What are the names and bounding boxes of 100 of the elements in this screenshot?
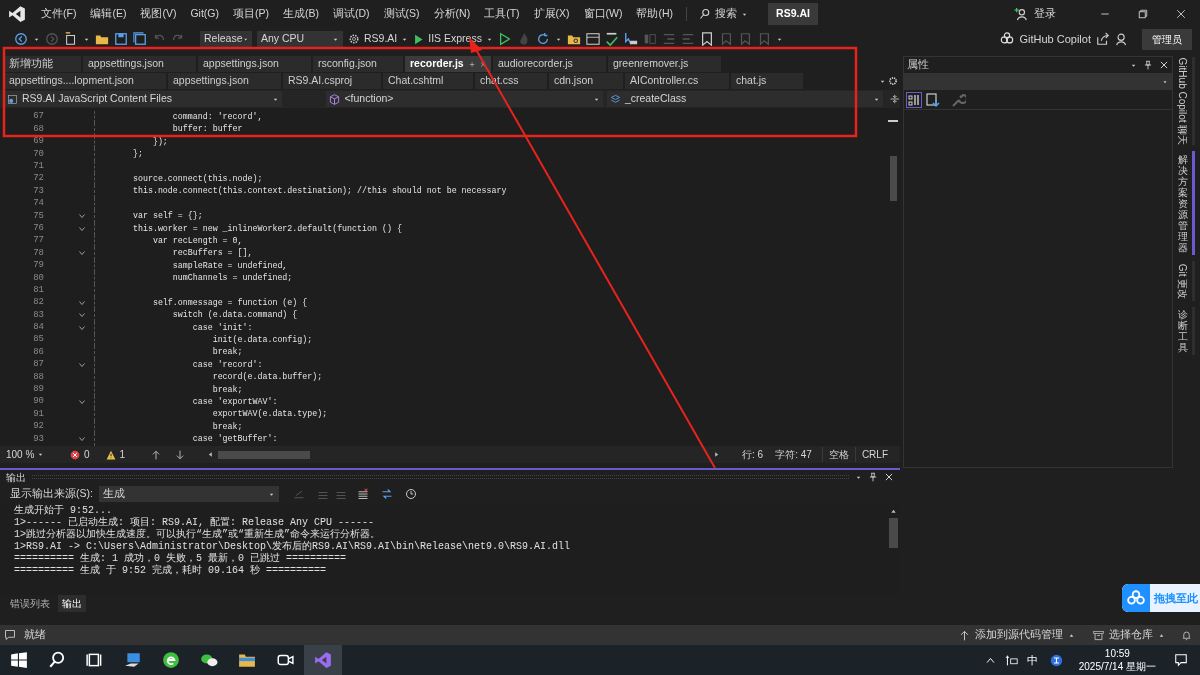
line-ending[interactable]: CRLF <box>854 447 894 462</box>
computer-icon[interactable] <box>124 651 142 669</box>
sign-in-button[interactable]: 登录 <box>1014 4 1056 24</box>
close-icon[interactable] <box>1159 60 1169 70</box>
menu-item[interactable]: 项目(P) <box>226 6 276 22</box>
chevron-down-icon[interactable] <box>78 299 86 308</box>
menu-item[interactable]: 工具(T) <box>477 6 527 22</box>
pin-icon[interactable] <box>468 59 475 69</box>
search-button[interactable]: 搜索 <box>693 4 755 24</box>
editor-tab[interactable]: appsettings....lopment.json <box>4 73 166 89</box>
chevron-down-icon[interactable] <box>78 435 86 444</box>
chevron-down-icon[interactable] <box>78 311 86 320</box>
editor-tab[interactable]: 新增功能 <box>4 56 81 72</box>
property-pages-icon[interactable] <box>925 91 941 108</box>
scope-dropdown[interactable]: <function> <box>326 91 603 107</box>
menu-item[interactable]: 分析(N) <box>426 6 478 22</box>
editor-tab[interactable]: RS9.AI.csproj <box>283 73 381 89</box>
message-icon[interactable] <box>4 629 16 641</box>
menu-item[interactable]: 视图(V) <box>133 6 184 22</box>
output-source-dropdown[interactable]: 生成 <box>98 486 279 502</box>
pin-icon[interactable] <box>868 472 878 482</box>
chevron-down-icon[interactable] <box>78 249 86 258</box>
pin-icon[interactable] <box>1143 60 1153 70</box>
menu-item[interactable]: 窗口(W) <box>576 6 630 22</box>
startup-project-button[interactable]: RS9.AI <box>348 30 409 48</box>
new-item-icon[interactable] <box>64 32 78 46</box>
scroll-up-icon[interactable] <box>889 508 897 515</box>
warnings-indicator[interactable]: 1 <box>105 447 126 462</box>
editor-tab[interactable]: appsettings.json <box>198 56 311 72</box>
back-icon[interactable] <box>14 32 28 46</box>
copilot-button[interactable]: GitHub Copilot <box>1000 30 1091 48</box>
platform-dropdown[interactable]: Any CPU <box>257 30 343 48</box>
menu-item[interactable]: Git(G) <box>183 6 226 22</box>
spell-check-icon[interactable] <box>604 32 619 46</box>
wrench-icon[interactable] <box>950 91 966 108</box>
editor-tab[interactable]: appsettings.json <box>83 56 196 72</box>
share-icon[interactable] <box>1096 32 1110 46</box>
project-dropdown[interactable]: RS9.AI JavaScript Content Files <box>4 91 283 107</box>
close-icon[interactable] <box>884 472 894 482</box>
configuration-dropdown[interactable]: Release <box>200 30 252 48</box>
errors-indicator[interactable]: 0 <box>70 447 90 462</box>
side-tab[interactable]: Git 更改 <box>1173 261 1195 301</box>
menu-item[interactable]: 帮助(H) <box>629 6 681 22</box>
menu-item[interactable]: 生成(B) <box>276 6 326 22</box>
feedback-icon[interactable] <box>1115 32 1129 46</box>
scrollbar-thumb[interactable] <box>889 156 897 201</box>
browser-icon[interactable] <box>162 651 180 669</box>
bell-icon[interactable] <box>1181 629 1192 641</box>
side-tab[interactable]: 解决方案资源管理器 <box>1173 151 1195 255</box>
play-outline-icon[interactable] <box>497 32 512 46</box>
editor-tab[interactable]: recorder.js <box>405 56 491 72</box>
scrollbar-thumb[interactable] <box>888 518 898 548</box>
indent-mode[interactable]: 空格 <box>821 447 855 462</box>
menu-item[interactable]: 文件(F) <box>34 6 84 22</box>
chat-bubbles-icon[interactable] <box>200 651 218 669</box>
editor-tab[interactable]: Chat.cshtml <box>383 73 473 89</box>
editor-tab[interactable]: audiorecorder.js <box>493 56 606 72</box>
editor-tab[interactable]: chat.js <box>731 73 803 89</box>
source-control-button[interactable]: 添加到源代码管理 <box>959 627 1075 643</box>
member-dropdown[interactable]: _createClass <box>606 91 884 107</box>
split-icon[interactable] <box>890 94 900 104</box>
arrow-down-icon[interactable] <box>175 449 186 460</box>
task-view-icon[interactable] <box>86 651 104 669</box>
categorized-icon[interactable] <box>906 91 922 108</box>
editor-tab[interactable]: appsettings.json <box>168 73 281 89</box>
bookmark-icon[interactable] <box>699 32 714 46</box>
menu-item[interactable]: 编辑(E) <box>83 6 134 22</box>
menu-item[interactable]: 测试(S) <box>376 6 427 22</box>
scroll-left-icon[interactable] <box>207 451 215 458</box>
clock-button[interactable]: 10:59 2025/7/14 星期一 <box>1078 647 1156 673</box>
network-icon[interactable] <box>1004 653 1018 667</box>
pointer-icon[interactable] <box>623 32 638 46</box>
chevron-down-icon[interactable] <box>78 398 86 407</box>
side-tab[interactable]: 诊断工具 <box>1173 307 1195 355</box>
menu-item[interactable]: 扩展(X) <box>526 6 577 22</box>
refresh-icon[interactable] <box>535 32 550 46</box>
search-icon[interactable] <box>48 651 66 669</box>
chevron-down-icon[interactable] <box>78 224 86 233</box>
close-icon[interactable] <box>1175 8 1187 20</box>
chevron-down-icon[interactable] <box>78 212 86 221</box>
input-method-indicator[interactable]: 中 <box>1026 651 1038 669</box>
word-wrap-icon[interactable] <box>380 488 393 500</box>
restore-icon[interactable] <box>1137 8 1149 20</box>
editor-tab[interactable]: greenremover.js <box>608 56 721 72</box>
chevron-down-icon[interactable] <box>78 361 86 369</box>
caret-icon[interactable] <box>879 78 886 85</box>
folder-icon[interactable] <box>238 651 256 669</box>
panel-tab[interactable]: 错误列表 <box>6 594 54 612</box>
menu-item[interactable]: 调试(D) <box>326 6 377 22</box>
zoom-dropdown[interactable]: 100 % <box>0 447 50 462</box>
visual-studio-icon[interactable] <box>314 651 332 669</box>
scroll-right-icon[interactable] <box>713 451 721 458</box>
clear-all-icon[interactable] <box>356 488 369 500</box>
arrow-up-icon[interactable] <box>151 449 162 460</box>
side-tab[interactable]: GitHub Copilot 聊天 <box>1173 57 1195 145</box>
window-layout-icon[interactable] <box>585 32 600 46</box>
run-button[interactable]: IIS Express <box>413 30 493 48</box>
editor-tab[interactable]: rsconfig.json <box>313 56 403 72</box>
editor-tab[interactable]: cdn.json <box>549 73 623 89</box>
windows-start-icon[interactable] <box>10 651 28 669</box>
